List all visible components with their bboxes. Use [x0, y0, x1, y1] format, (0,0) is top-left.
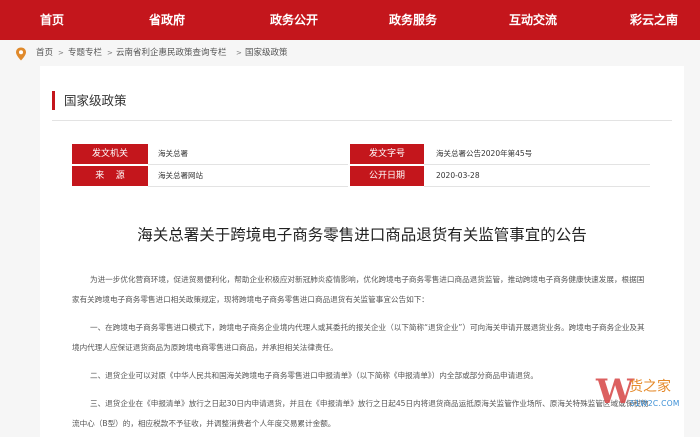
breadcrumb-item-home[interactable]: 首页 [36, 47, 53, 59]
nav-item-colorful-yunnan[interactable]: 彩云之南 [630, 0, 678, 40]
nav-item-government-services[interactable]: 政务服务 [389, 0, 437, 40]
breadcrumb-item-national-policy[interactable]: 国家级政策 [245, 47, 288, 59]
source-value: 海关总署网站 [158, 171, 203, 180]
body-paragraph: 三、退货企业在《申报清单》放行之日起30日内申请退货，并且在《申报清单》放行之日… [72, 399, 649, 428]
table-divider [424, 164, 650, 165]
watermark-url: 51W2C.COM [630, 399, 680, 408]
table-divider [148, 164, 348, 165]
nav-item-government-affairs-disclosure[interactable]: 政务公开 [270, 0, 318, 40]
breadcrumb-item-policy-column[interactable]: 云南省利企惠民政策查询专栏 [116, 47, 227, 59]
section-divider [52, 120, 672, 121]
body-paragraph: 二、退货企业可以对原《中华人民共和国海关跨境电子商务零售进口申报清单》（以下简称… [90, 371, 539, 380]
nav-item-provincial-government[interactable]: 省政府 [149, 0, 185, 40]
body-paragraph: 为进一步优化营商环境，促进贸易便利化，帮助企业积极应对新冠肺炎疫情影响，优化跨境… [72, 275, 645, 304]
table-divider [148, 186, 348, 187]
location-pin-icon [16, 47, 26, 61]
nav-item-interaction[interactable]: 互动交流 [509, 0, 557, 40]
section-title: 国家级政策 [64, 93, 127, 108]
table-divider [424, 186, 650, 187]
breadcrumb-item-special-topics[interactable]: 专题专栏 [68, 47, 102, 59]
top-navigation-bar: 首页 省政府 政务公开 政务服务 互动交流 彩云之南 [0, 0, 700, 40]
document-title: 海关总署关于跨境电子商务零售进口商品退货有关监管事宜的公告 [137, 226, 587, 244]
watermark-name: 货之家 [629, 379, 671, 395]
watermark-logo: W 货之家 51W2C.COM [596, 372, 692, 418]
document-number-label: 发文字号 [350, 144, 424, 164]
breadcrumb-separator: > [107, 49, 113, 57]
issuer-label: 发文机关 [72, 144, 148, 164]
breadcrumb-separator: > [58, 49, 64, 57]
publish-date-value: 2020-03-28 [436, 171, 480, 180]
source-label: 来 源 [72, 166, 148, 186]
publish-date-label: 公开日期 [350, 166, 424, 186]
body-paragraph: 一、在跨境电子商务零售进口模式下，跨境电子商务企业境内代理人或其委托的报关企业（… [72, 323, 645, 352]
document-number-value: 海关总署公告2020年第45号 [436, 149, 533, 158]
breadcrumb-separator: > [236, 49, 242, 57]
breadcrumb [0, 40, 700, 66]
section-title-marker [52, 91, 55, 110]
nav-item-home[interactable]: 首页 [40, 0, 64, 40]
issuer-value: 海关总署 [158, 149, 188, 158]
